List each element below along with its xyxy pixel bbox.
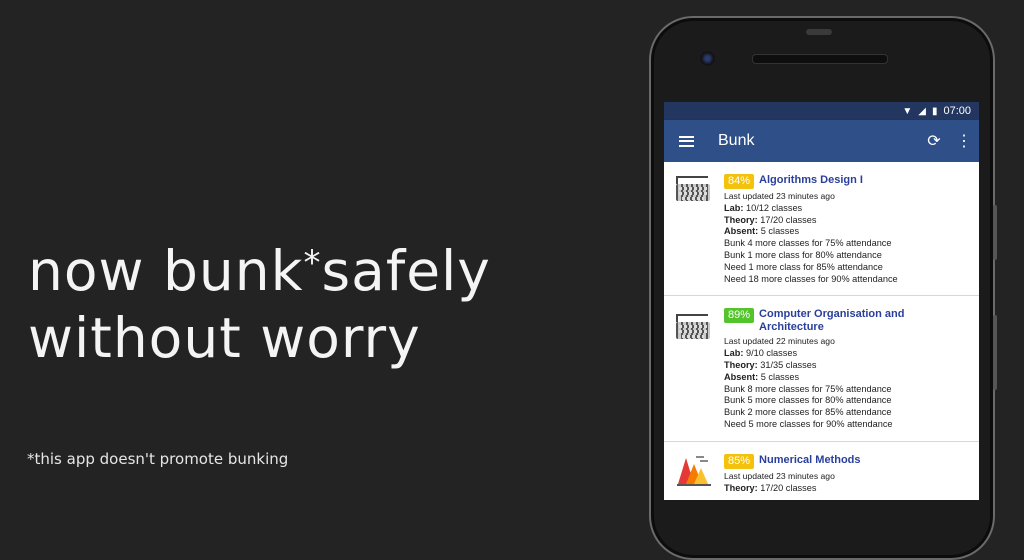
last-updated: Last updated 23 minutes ago [724, 470, 835, 481]
earpiece-speaker [752, 54, 888, 64]
bunk-line: Bunk 5 more classes for 80% attendance [724, 395, 892, 406]
bunk-line: Bunk 8 more classes for 75% attendance [724, 383, 892, 394]
battery-icon: ▮ [931, 105, 938, 117]
bunk-line: Need 5 more classes for 90% attendance [724, 418, 893, 429]
headline-line-1: now bunk*safely [28, 238, 491, 305]
power-button [993, 315, 997, 390]
headline: now bunk*safely without worry [28, 238, 491, 372]
signal-icon: ◢ [918, 105, 926, 117]
status-bar: ▼ ◢ ▮ 07:00 [664, 102, 979, 120]
bunk-line: Bunk 2 more classes for 85% attendance [724, 407, 892, 418]
status-time: 07:00 [943, 105, 971, 117]
refresh-icon[interactable]: ⟳ [919, 131, 949, 151]
attendance-badge: 85% [724, 453, 755, 469]
headline-text-b: safely [321, 239, 491, 303]
course-name: Computer Organisation and Architecture [759, 308, 905, 334]
course-card[interactable]: 84% Algorithms Design I Last updated 23 m… [664, 162, 979, 297]
app-bar: Bunk ⟳ ⋮ [664, 120, 979, 162]
headline-line-2: without worry [28, 306, 421, 370]
theory-line: Theory: 31/35 classes [724, 359, 817, 370]
headline-text-a: now bunk [28, 239, 304, 303]
course-card[interactable]: 85% Numerical Methods Last updated 23 min… [664, 441, 979, 500]
volume-button [993, 205, 997, 260]
hamburger-icon[interactable] [664, 133, 708, 149]
last-updated: Last updated 22 minutes ago [724, 336, 835, 347]
attendance-badge: 84% [724, 174, 755, 189]
wifi-icon: ▼ [902, 105, 913, 117]
bunk-line: Need 1 more class for 85% attendance [724, 261, 883, 272]
front-camera [700, 51, 715, 66]
keyboard-icon [676, 314, 710, 340]
bunk-line: Need 18 more classes for 90% attendance [724, 273, 898, 284]
headline-asterisk: * [303, 243, 322, 283]
chart-icon [677, 455, 711, 486]
more-vert-icon[interactable]: ⋮ [949, 131, 979, 151]
absent-line: Absent: 5 classes [724, 371, 800, 382]
lab-line: Lab: 10/12 classes [724, 202, 803, 213]
app-title: Bunk [718, 132, 755, 149]
theory-line: Theory: 17/20 classes [724, 482, 817, 493]
last-updated: Last updated 23 minutes ago [724, 191, 835, 201]
bunk-line: Bunk 1 more class for 80% attendance [724, 249, 882, 260]
attendance-badge: 89% [724, 308, 755, 324]
course-card[interactable]: 89% Computer Organisation and Architectur… [664, 296, 979, 442]
course-name: Algorithms Design I [759, 174, 863, 186]
app-screen: ▼ ◢ ▮ 07:00 Bunk ⟳ ⋮ 84% Algorithms Desig… [664, 102, 979, 500]
bunk-line: Bunk 4 more classes for 75% attendance [724, 238, 892, 249]
theory-line: Theory: 17/20 classes [724, 214, 817, 225]
keyboard-icon [676, 176, 710, 202]
footnote: *this app doesn't promote bunking [27, 450, 289, 468]
phone-top-notch [806, 29, 832, 35]
course-name: Numerical Methods [759, 453, 861, 466]
lab-line: Lab: 9/10 classes [724, 348, 798, 359]
absent-line: Absent: 5 classes [724, 226, 800, 237]
